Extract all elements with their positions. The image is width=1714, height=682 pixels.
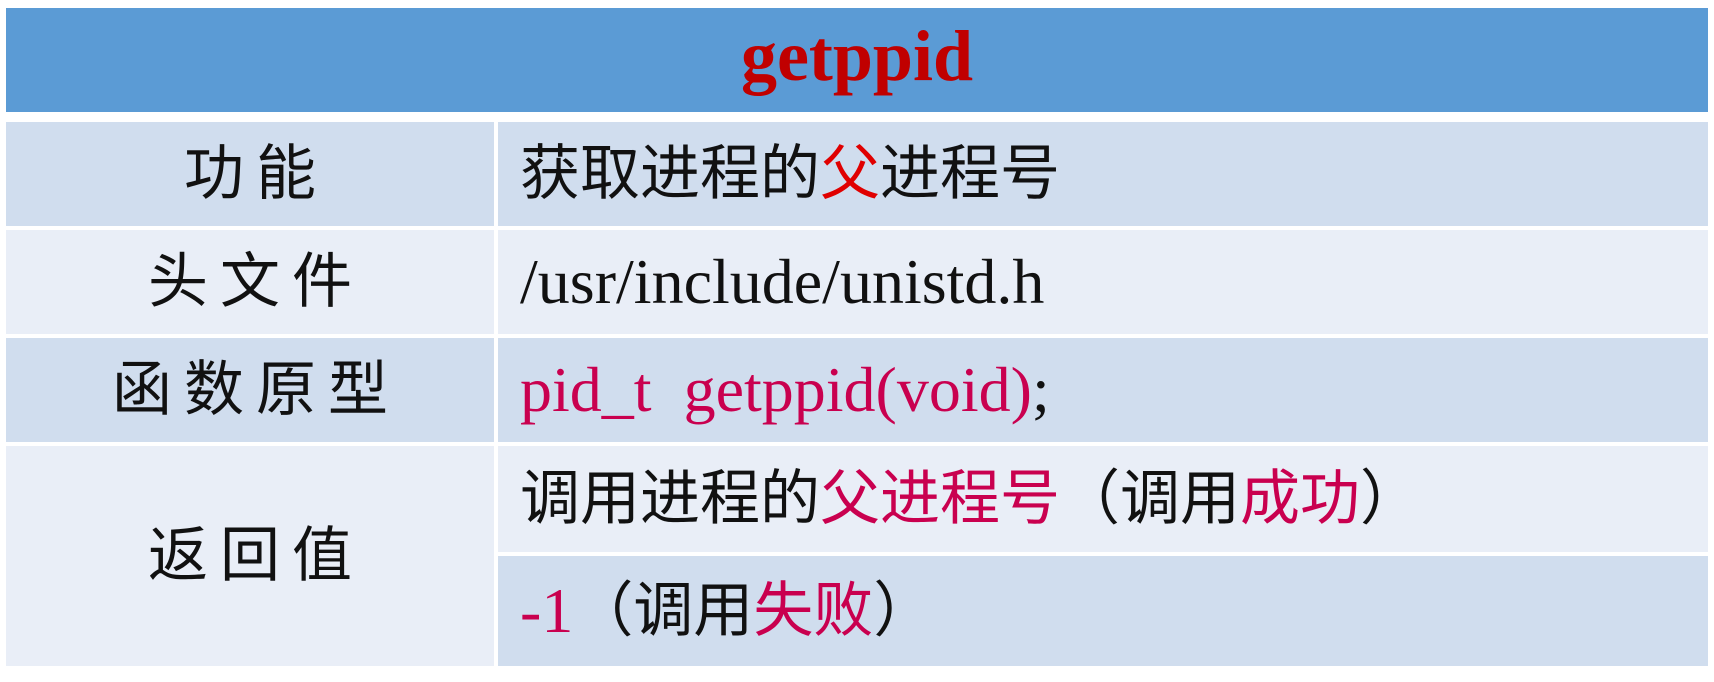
return-failure-post: ）	[873, 576, 934, 646]
return-success-post: ）	[1360, 464, 1420, 534]
getppid-table: getppid 功能 获取进程的父进程号 头文件 /usr/include/un…	[6, 8, 1708, 674]
prototype-code: pid_t getppid(void)	[520, 354, 1032, 425]
function-value-post: 进程号	[880, 139, 1060, 209]
return-value-label: 返回值	[6, 446, 494, 666]
table-title: getppid	[740, 16, 974, 96]
header-file-label: 头文件	[6, 230, 494, 334]
prototype-label: 函数原型	[6, 338, 494, 442]
return-success-mid: （调用	[1060, 464, 1240, 534]
table-header: getppid	[6, 8, 1708, 112]
return-failure-code: -1	[520, 575, 574, 646]
return-success-pre: 调用进程的	[520, 464, 820, 534]
prototype-value: pid_t getppid(void);	[498, 338, 1708, 442]
function-value: 获取进程的父进程号	[498, 122, 1708, 226]
return-success-highlight: 父进程号	[820, 464, 1060, 534]
return-failure-mid: （调用	[573, 576, 754, 646]
function-value-pre: 获取进程的	[520, 139, 820, 209]
prototype-semicolon: ;	[1031, 354, 1050, 425]
function-label: 功能	[6, 122, 494, 226]
return-success-value: 调用进程的 父进程号 （调用 成功）	[498, 446, 1708, 552]
header-file-value: /usr/include/unistd.h	[498, 230, 1708, 334]
return-failure-status: 失败	[753, 576, 874, 646]
function-value-highlight: 父	[820, 139, 880, 209]
return-success-status: 成功	[1240, 464, 1360, 534]
return-failure-value: -1 （调用 失败）	[498, 556, 1708, 666]
